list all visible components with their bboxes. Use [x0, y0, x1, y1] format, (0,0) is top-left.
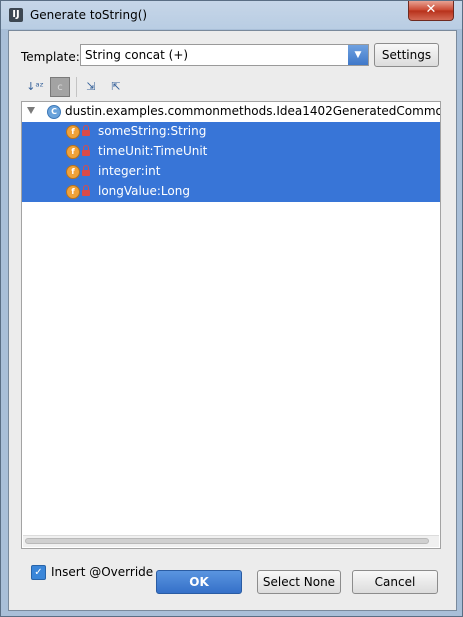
- collapse-all-icon[interactable]: ⇱: [106, 77, 126, 97]
- title-bar[interactable]: IJ Generate toString() ✕: [1, 1, 462, 29]
- select-none-button[interactable]: Select None: [257, 570, 341, 594]
- field-icon: f: [66, 185, 80, 199]
- dialog-content: Template: String concat (+) ▼ Settings ↓…: [8, 30, 457, 611]
- tree-field-row[interactable]: f timeUnit:TimeUnit: [22, 142, 440, 162]
- lock-icon: [82, 165, 90, 176]
- tree-field-row[interactable]: f integer:int: [22, 162, 440, 182]
- show-classes-icon[interactable]: c: [50, 77, 70, 97]
- close-button[interactable]: ✕: [408, 1, 454, 21]
- selected-fields: f someString:String f timeUnit:TimeUnit …: [22, 122, 440, 202]
- field-label: longValue:Long: [98, 184, 190, 198]
- insert-override-checkbox[interactable]: ✓: [31, 565, 46, 580]
- dialog-window: IJ Generate toString() ✕ Template: Strin…: [0, 0, 463, 617]
- lock-icon: [82, 145, 90, 156]
- field-icon: f: [66, 145, 80, 159]
- app-icon: IJ: [9, 8, 23, 22]
- cancel-button[interactable]: Cancel: [352, 570, 438, 594]
- field-label: integer:int: [98, 164, 161, 178]
- template-selected-value: String concat (+): [85, 48, 189, 62]
- field-icon: f: [66, 125, 80, 139]
- class-icon: C: [47, 105, 61, 119]
- field-label: timeUnit:TimeUnit: [98, 144, 208, 158]
- tree-field-row[interactable]: f longValue:Long: [22, 182, 440, 202]
- template-select[interactable]: String concat (+) ▼: [80, 44, 369, 66]
- chevron-down-icon[interactable]: ▼: [348, 45, 368, 65]
- scrollbar-thumb[interactable]: [25, 538, 429, 544]
- window-title: Generate toString(): [30, 8, 148, 22]
- template-label: Template:: [21, 50, 80, 64]
- class-name-label: dustin.examples.commonmethods.Idea1402Ge…: [65, 104, 440, 118]
- insert-override-label[interactable]: Insert @Override: [51, 565, 153, 579]
- field-label: someString:String: [98, 124, 207, 138]
- horizontal-scrollbar[interactable]: [23, 535, 439, 547]
- expand-all-icon[interactable]: ⇲: [81, 77, 101, 97]
- toolbar-separator: [76, 77, 77, 97]
- expand-triangle-icon[interactable]: [27, 107, 35, 114]
- sort-alphabetically-icon[interactable]: ↓ᵃᶻ: [25, 77, 45, 97]
- field-icon: f: [66, 165, 80, 179]
- tree-root-node[interactable]: C dustin.examples.commonmethods.Idea1402…: [22, 102, 440, 122]
- lock-icon: [82, 185, 90, 196]
- settings-button[interactable]: Settings: [374, 43, 439, 67]
- tree-field-row[interactable]: f someString:String: [22, 122, 440, 142]
- lock-icon: [82, 125, 90, 136]
- ok-button[interactable]: OK: [156, 570, 242, 594]
- member-tree[interactable]: C dustin.examples.commonmethods.Idea1402…: [21, 101, 441, 549]
